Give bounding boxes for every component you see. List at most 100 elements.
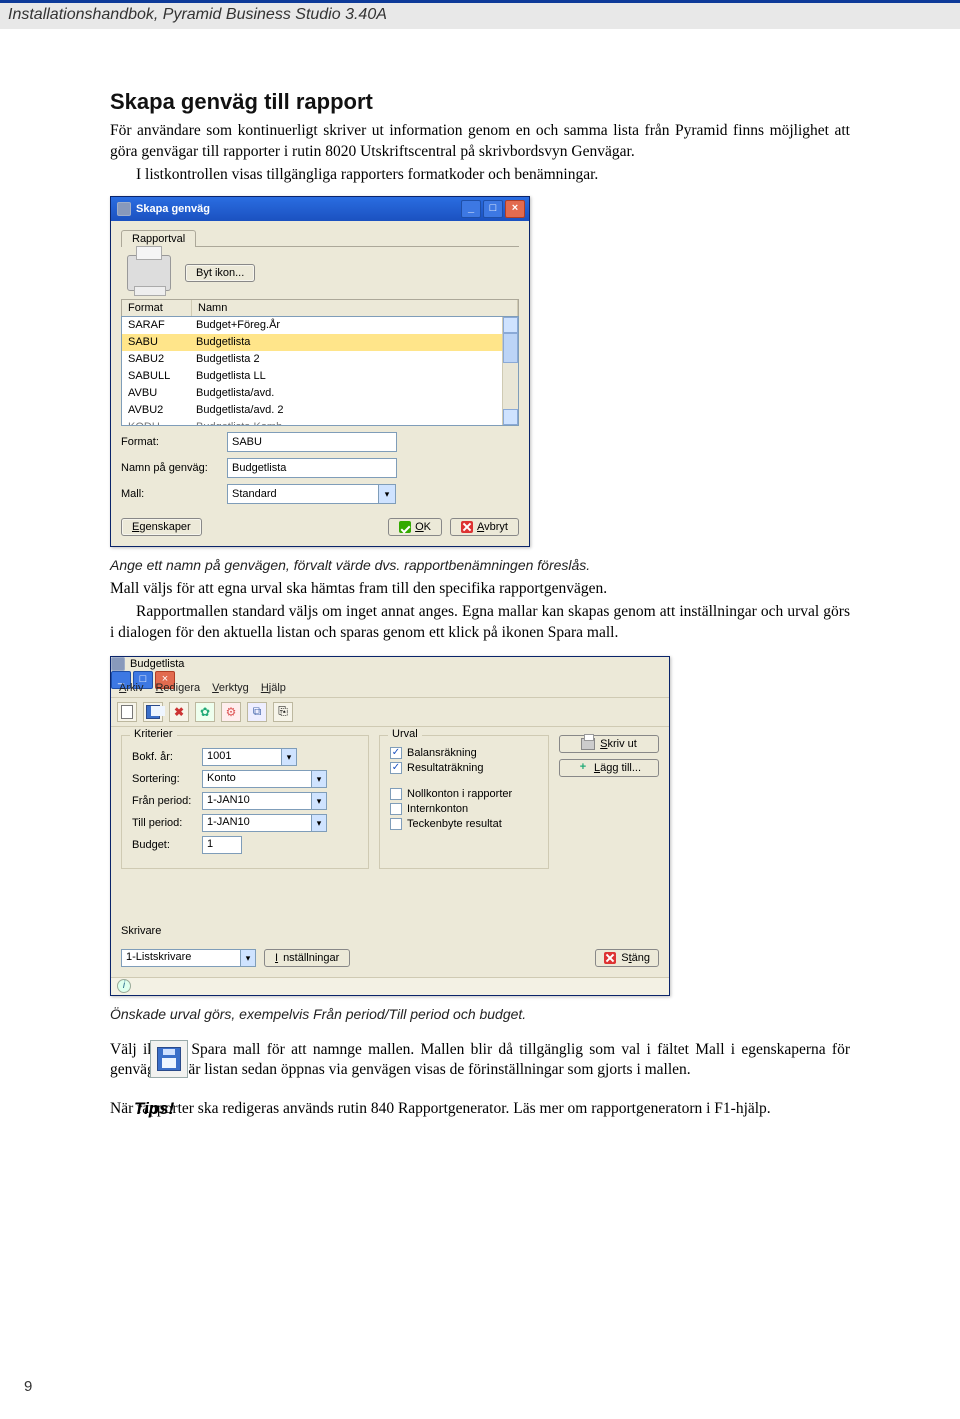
checkbox-balans[interactable]: ✓Balansräkning bbox=[390, 747, 538, 759]
print-button[interactable]: Skriv ut bbox=[559, 735, 659, 753]
info-icon: i bbox=[117, 979, 131, 993]
tool-icon[interactable]: ⎘ bbox=[273, 702, 293, 722]
tool-icon[interactable]: ⧉ bbox=[247, 702, 267, 722]
close-icon bbox=[461, 521, 473, 533]
status-bar: i bbox=[111, 977, 669, 995]
skrivare-combobox[interactable]: 1-Listskrivare ▾ bbox=[121, 949, 256, 967]
close-button[interactable]: × bbox=[505, 200, 525, 218]
chevron-down-icon[interactable]: ▾ bbox=[312, 770, 327, 788]
menubar[interactable]: Arkiv Redigera Verktyg Hjälp bbox=[111, 679, 669, 698]
list-scrollbar[interactable] bbox=[502, 317, 518, 425]
floppy-icon bbox=[157, 1047, 181, 1071]
chevron-down-icon[interactable]: ▾ bbox=[312, 814, 327, 832]
list-header: Format Namn bbox=[121, 299, 519, 316]
close-icon bbox=[604, 952, 616, 964]
printer-icon bbox=[581, 738, 595, 750]
chevron-down-icon[interactable]: ▾ bbox=[282, 748, 297, 766]
new-icon[interactable] bbox=[117, 702, 137, 722]
scroll-down-icon[interactable] bbox=[503, 409, 518, 425]
maximize-button[interactable]: □ bbox=[483, 200, 503, 218]
menu-arkiv[interactable]: Arkiv bbox=[119, 682, 143, 694]
till-period-combobox[interactable]: 1-JAN10▾ bbox=[202, 814, 327, 832]
document-title: Installationshandbok, Pyramid Business S… bbox=[8, 6, 387, 23]
dialog-title: Skapa genväg bbox=[136, 203, 210, 215]
tab-rapportval[interactable]: Rapportval bbox=[121, 230, 196, 247]
list-item: SABULLBudgetlista LL bbox=[122, 368, 518, 385]
printer-icon bbox=[127, 255, 171, 291]
group-kriterier: Kriterier Bokf. år: 1001▾ Sortering: Kon… bbox=[121, 735, 369, 869]
caption-1: Ange ett namn på genvägen, förvalt värde… bbox=[110, 557, 850, 573]
section-heading: Skapa genväg till rapport bbox=[110, 89, 850, 115]
add-button[interactable]: + Lägg till... bbox=[559, 759, 659, 777]
checkbox-resultat[interactable]: ✓Resultaträkning bbox=[390, 762, 538, 774]
bokfar-combobox[interactable]: 1001▾ bbox=[202, 748, 297, 766]
budget-field[interactable]: 1 bbox=[202, 836, 242, 854]
ok-button[interactable]: OK bbox=[388, 518, 442, 536]
paragraph-tips: När rapporter ska redigeras används ruti… bbox=[110, 1099, 850, 1120]
scroll-thumb[interactable] bbox=[503, 333, 518, 363]
chevron-down-icon[interactable]: ▾ bbox=[241, 949, 256, 967]
mall-field[interactable] bbox=[227, 484, 379, 504]
tool-icon[interactable]: ⚙ bbox=[221, 702, 241, 722]
list-item: AVBU2Budgetlista/avd. 2 bbox=[122, 402, 518, 419]
properties-button[interactable]: EEgenskapergenskaper bbox=[121, 518, 202, 536]
cancel-button[interactable]: Avbryt bbox=[450, 518, 519, 536]
settings-button[interactable]: Inställningar bbox=[264, 949, 350, 967]
paragraph-mall: Mall väljs för att egna urval ska hämtas… bbox=[110, 579, 850, 600]
paragraph-intro: För användare som kontinuerligt skriver … bbox=[110, 121, 850, 163]
close-button-2[interactable]: Stäng bbox=[595, 949, 659, 967]
list-item: SABUBudgetlista bbox=[122, 334, 518, 351]
col-format[interactable]: Format bbox=[122, 300, 192, 316]
check-icon bbox=[399, 521, 411, 533]
caption-2: Önskade urval görs, exempelvis Från peri… bbox=[110, 1006, 850, 1022]
document-header: Installationshandbok, Pyramid Business S… bbox=[0, 0, 960, 29]
checkbox-nollkonton[interactable]: Nollkonton i rapporter bbox=[390, 788, 538, 800]
label-shortcut-name: Namn på genväg: bbox=[121, 462, 221, 474]
sortering-combobox[interactable]: Konto▾ bbox=[202, 770, 327, 788]
fran-period-combobox[interactable]: 1-JAN10▾ bbox=[202, 792, 327, 810]
app-icon bbox=[117, 202, 131, 216]
checkbox-teckenbyte[interactable]: Teckenbyte resultat bbox=[390, 818, 538, 830]
format-field[interactable] bbox=[227, 432, 397, 452]
legend-kriterier: Kriterier bbox=[130, 728, 177, 740]
label-format: Format: bbox=[121, 436, 221, 448]
dialog2-title: Budgetlista bbox=[130, 658, 184, 670]
page-content: Skapa genväg till rapport För användare … bbox=[0, 29, 960, 1120]
report-listbox[interactable]: SARAFBudget+Föreg.År SABUBudgetlista SAB… bbox=[121, 316, 519, 426]
group-urval: Urval ✓Balansräkning ✓Resultaträkning No… bbox=[379, 735, 549, 869]
dialog-skapa-genvag: Skapa genväg _ □ × Rapportval Byt ikon..… bbox=[110, 196, 530, 547]
menu-hjalp[interactable]: Hjälp bbox=[261, 682, 286, 694]
delete-icon[interactable]: ✖ bbox=[169, 702, 189, 722]
tips-label: Tips! bbox=[134, 1099, 174, 1119]
minimize-button[interactable]: _ bbox=[461, 200, 481, 218]
menu-redigera[interactable]: Redigera bbox=[155, 682, 200, 694]
checkbox-internkonton[interactable]: Internkonton bbox=[390, 803, 538, 815]
paragraph-standardmall: Rapportmallen standard väljs om inget an… bbox=[110, 602, 850, 644]
label-budget: Budget: bbox=[132, 839, 196, 851]
shortcut-name-field[interactable] bbox=[227, 458, 397, 478]
dialog-titlebar[interactable]: Skapa genväg _ □ × bbox=[111, 197, 529, 221]
app-icon bbox=[111, 657, 125, 671]
chevron-down-icon[interactable]: ▾ bbox=[312, 792, 327, 810]
list-item: AVBUBudgetlista/avd. bbox=[122, 385, 518, 402]
scroll-up-icon[interactable] bbox=[503, 317, 518, 333]
change-icon-button[interactable]: Byt ikon... bbox=[185, 264, 255, 282]
list-item: SARAFBudget+Föreg.År bbox=[122, 317, 518, 334]
save-mall-icon bbox=[150, 1040, 188, 1078]
label-sortering: Sortering: bbox=[132, 773, 196, 785]
dialog2-titlebar[interactable]: Budgetlista _ □ × bbox=[111, 657, 669, 679]
paragraph-listkontroll: I listkontrollen visas tillgängliga rapp… bbox=[110, 165, 850, 186]
label-bokfar: Bokf. år: bbox=[132, 751, 196, 763]
legend-urval: Urval bbox=[388, 728, 422, 740]
paragraph-save-mall: Välj ikonen Spara mall för att namnge ma… bbox=[110, 1040, 850, 1082]
page-number: 9 bbox=[24, 1378, 32, 1395]
save-icon[interactable] bbox=[143, 702, 163, 722]
chevron-down-icon[interactable]: ▾ bbox=[379, 484, 396, 504]
toolbar: ✖ ✿ ⚙ ⧉ ⎘ bbox=[111, 698, 669, 727]
mall-combobox[interactable]: ▾ bbox=[227, 484, 396, 504]
menu-verktyg[interactable]: Verktyg bbox=[212, 682, 249, 694]
label-skrivare: Skrivare bbox=[121, 925, 659, 937]
list-item: SABU2Budgetlista 2 bbox=[122, 351, 518, 368]
tool-icon[interactable]: ✿ bbox=[195, 702, 215, 722]
col-name[interactable]: Namn bbox=[192, 300, 518, 316]
